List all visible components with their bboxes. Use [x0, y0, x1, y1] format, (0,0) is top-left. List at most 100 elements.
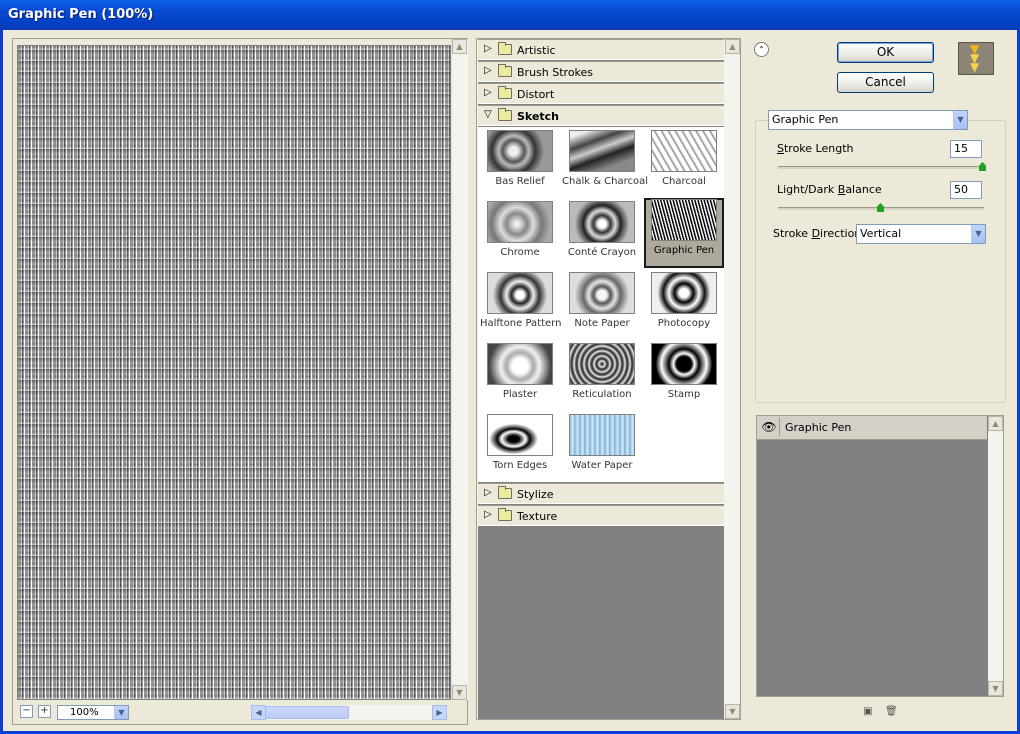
filter-label: Photocopy	[657, 318, 711, 329]
category-label: Stylize	[517, 488, 554, 501]
category-label: Artistic	[517, 44, 556, 57]
filter-label: Torn Edges	[492, 460, 548, 471]
stroke-length-slider[interactable]	[778, 166, 984, 169]
light-dark-balance-input[interactable]: 50	[950, 181, 982, 199]
filter-settings-group	[755, 120, 1006, 403]
dialog-body: ▲ ▼ − + 100% ▼ ◀ ▶ ▷ Artistic ▷ Brush St…	[3, 30, 1017, 731]
thumbnail-image	[487, 343, 553, 385]
stroke-direction-select[interactable]: Vertical ▼	[856, 224, 986, 244]
open-folder-icon	[498, 108, 512, 121]
zoom-level-value: 100%	[70, 707, 99, 718]
filter-thumb-charcoal[interactable]: Charcoal	[644, 129, 724, 199]
effect-layer-row[interactable]: 👁 Graphic Pen	[757, 416, 987, 440]
filter-select-value: Graphic Pen	[772, 113, 839, 126]
ok-button[interactable]: OK	[837, 42, 934, 63]
thumbnail-image	[569, 272, 635, 314]
filter-gallery-panel: ▷ Artistic ▷ Brush Strokes ▷ Distort ▽ S…	[476, 38, 741, 720]
collapse-triangle-icon[interactable]: ▽	[484, 109, 492, 120]
filter-thumb-note-paper[interactable]: Note Paper	[562, 271, 642, 341]
zoom-level-select[interactable]: 100% ▼	[57, 705, 129, 720]
filter-label: Conté Crayon	[567, 247, 637, 258]
thumbnail-image	[569, 201, 635, 243]
preview-image[interactable]	[17, 45, 451, 700]
thumbnail-image	[569, 130, 635, 172]
effect-layer-name: Graphic Pen	[785, 421, 852, 434]
category-artistic[interactable]: ▷ Artistic	[478, 39, 724, 60]
filter-thumb-halftone-pattern[interactable]: Halftone Pattern	[480, 271, 562, 341]
thumbnail-image	[651, 343, 717, 385]
scroll-up-icon[interactable]: ▲	[452, 39, 467, 54]
eye-icon[interactable]: 👁	[759, 418, 780, 436]
filter-thumb-conte-crayon[interactable]: Conté Crayon	[562, 200, 642, 270]
expand-triangle-icon[interactable]: ▷	[484, 487, 492, 498]
chevron-down-icon[interactable]: ▼	[114, 706, 128, 719]
scroll-down-icon[interactable]: ▼	[988, 681, 1003, 696]
folder-icon	[498, 508, 512, 521]
scroll-down-icon[interactable]: ▼	[452, 685, 467, 700]
filter-thumb-chrome[interactable]: Chrome	[480, 200, 560, 270]
filter-thumb-water-paper[interactable]: Water Paper	[562, 413, 642, 483]
filter-thumb-graphic-pen[interactable]: Graphic Pen	[644, 198, 724, 268]
zoom-out-button[interactable]: −	[20, 705, 33, 718]
thumbnail-image	[651, 272, 717, 314]
category-sketch[interactable]: ▽ Sketch	[478, 105, 724, 126]
preview-horizontal-scrollbar[interactable]: ◀ ▶	[251, 705, 447, 720]
filter-thumb-reticulation[interactable]: Reticulation	[562, 342, 642, 412]
zoom-in-button[interactable]: +	[38, 705, 51, 718]
filter-list-scrollbar[interactable]: ▲ ▼	[725, 39, 740, 719]
sketch-filter-thumbnails: Bas Relief Chalk & Charcoal Charcoal Chr…	[478, 127, 724, 482]
trash-icon[interactable]: 🗑	[885, 706, 898, 718]
window-title: Graphic Pen (100%)	[8, 7, 154, 22]
filter-label: Note Paper	[574, 318, 630, 329]
filter-label: Bas Relief	[495, 176, 545, 187]
filter-thumb-stamp[interactable]: Stamp	[644, 342, 724, 412]
thumbnail-image	[487, 414, 553, 456]
light-dark-balance-label: Light/Dark Balance	[777, 183, 882, 196]
stroke-direction-label: Stroke Direction:	[773, 227, 865, 240]
filter-thumb-bas-relief[interactable]: Bas Relief	[480, 129, 560, 199]
expand-triangle-icon[interactable]: ▷	[484, 87, 492, 98]
filter-thumb-photocopy[interactable]: Photocopy	[644, 271, 724, 341]
layers-scrollbar[interactable]: ▲ ▼	[988, 416, 1003, 696]
scroll-right-icon[interactable]: ▶	[432, 705, 447, 720]
expand-triangle-icon[interactable]: ▷	[484, 43, 492, 54]
thumbnail-image	[651, 130, 717, 172]
chevron-down-icon[interactable]: ▼	[971, 225, 985, 243]
preview-panel: ▲ ▼ − + 100% ▼ ◀ ▶	[12, 38, 468, 725]
scroll-up-icon[interactable]: ▲	[988, 416, 1003, 431]
category-brush-strokes[interactable]: ▷ Brush Strokes	[478, 61, 724, 82]
chevron-down-icon[interactable]: ▼	[953, 111, 967, 129]
filter-label: Halftone Pattern	[480, 318, 562, 329]
scroll-thumb[interactable]	[265, 706, 349, 719]
stroke-length-input[interactable]: 15	[950, 140, 982, 158]
expand-triangle-icon[interactable]: ▷	[484, 509, 492, 520]
folder-icon	[498, 42, 512, 55]
filter-thumb-torn-edges[interactable]: Torn Edges	[480, 413, 560, 483]
thumbnail-image	[487, 130, 553, 172]
scroll-down-icon[interactable]: ▼	[725, 704, 740, 719]
category-stylize[interactable]: ▷ Stylize	[478, 483, 724, 504]
filter-list: ▷ Artistic ▷ Brush Strokes ▷ Distort ▽ S…	[478, 39, 724, 719]
expand-triangle-icon[interactable]: ▷	[484, 65, 492, 76]
title-bar[interactable]: Graphic Pen (100%)	[0, 0, 1020, 30]
category-label: Sketch	[517, 110, 560, 123]
folder-icon	[498, 486, 512, 499]
scroll-up-icon[interactable]: ▲	[725, 39, 740, 54]
category-texture[interactable]: ▷ Texture	[478, 505, 724, 526]
filter-label: Stamp	[667, 389, 701, 400]
collapse-gallery-icon[interactable]: ⌃	[754, 42, 769, 57]
category-distort[interactable]: ▷ Distort	[478, 83, 724, 104]
cancel-button[interactable]: Cancel	[837, 72, 934, 93]
effect-layers-panel: 👁 Graphic Pen ▲ ▼	[756, 415, 1004, 697]
filter-select[interactable]: Graphic Pen ▼	[768, 110, 968, 130]
filter-label: Plaster	[502, 389, 538, 400]
thumbnail-image	[487, 272, 553, 314]
filter-thumb-plaster[interactable]: Plaster	[480, 342, 560, 412]
scroll-left-icon[interactable]: ◀	[251, 705, 266, 720]
filter-thumb-chalk-charcoal[interactable]: Chalk & Charcoal	[562, 129, 648, 199]
preview-vertical-scrollbar[interactable]: ▲ ▼	[451, 39, 468, 700]
folder-icon	[498, 64, 512, 77]
filter-label: Chrome	[500, 247, 540, 258]
new-layer-icon[interactable]: ▣	[862, 706, 874, 718]
category-label: Texture	[517, 510, 558, 523]
